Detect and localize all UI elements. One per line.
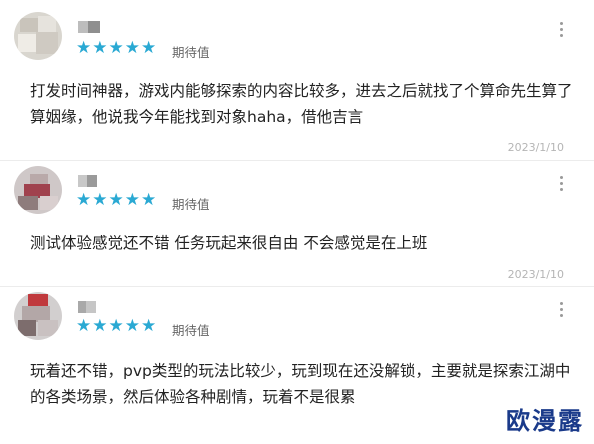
- review-date: 2023/1/10: [507, 141, 564, 154]
- username-blurred: [78, 18, 102, 33]
- more-options-icon[interactable]: [560, 22, 564, 40]
- star-rating: ★★★★★: [76, 40, 157, 57]
- star-icon: ★: [141, 38, 158, 58]
- star-icon: ★: [141, 190, 158, 210]
- star-icon: ★: [92, 190, 109, 210]
- star-icon: ★: [76, 38, 93, 58]
- star-icon: ★: [124, 190, 141, 210]
- rating-label: 期待值: [172, 197, 210, 212]
- divider: [0, 286, 594, 287]
- divider: [0, 160, 594, 161]
- star-icon: ★: [141, 316, 158, 336]
- avatar[interactable]: [14, 12, 62, 60]
- avatar[interactable]: [14, 166, 62, 214]
- review-date: 2023/1/10: [507, 268, 564, 281]
- rating-label: 期待值: [172, 323, 210, 338]
- star-icon: ★: [124, 38, 141, 58]
- star-icon: ★: [124, 316, 141, 336]
- star-icon: ★: [76, 316, 93, 336]
- star-icon: ★: [92, 316, 109, 336]
- star-icon: ★: [108, 38, 125, 58]
- star-icon: ★: [76, 190, 93, 210]
- star-rating: ★★★★★: [76, 192, 157, 209]
- star-icon: ★: [108, 190, 125, 210]
- star-rating: ★★★★★: [76, 318, 157, 335]
- review-text: 测试体验感觉还不错 任务玩起来很自由 不会感觉是在上班: [30, 234, 428, 252]
- username-blurred: [78, 172, 102, 187]
- more-options-icon[interactable]: [560, 176, 564, 194]
- rating-label: 期待值: [172, 45, 210, 60]
- avatar[interactable]: [14, 292, 62, 340]
- username-blurred: [78, 298, 102, 313]
- watermark-logo: 欧漫露: [506, 407, 584, 435]
- more-options-icon[interactable]: [560, 302, 564, 320]
- star-icon: ★: [92, 38, 109, 58]
- star-icon: ★: [108, 316, 125, 336]
- review-text: 玩着还不错，pvp类型的玩法比较少，玩到现在还没解锁，主要就是探索江湖中的各类场…: [30, 362, 571, 406]
- review-text: 打发时间神器，游戏内能够探索的内容比较多，进去之后就找了个算命先生算了算姻缘，他…: [30, 82, 573, 126]
